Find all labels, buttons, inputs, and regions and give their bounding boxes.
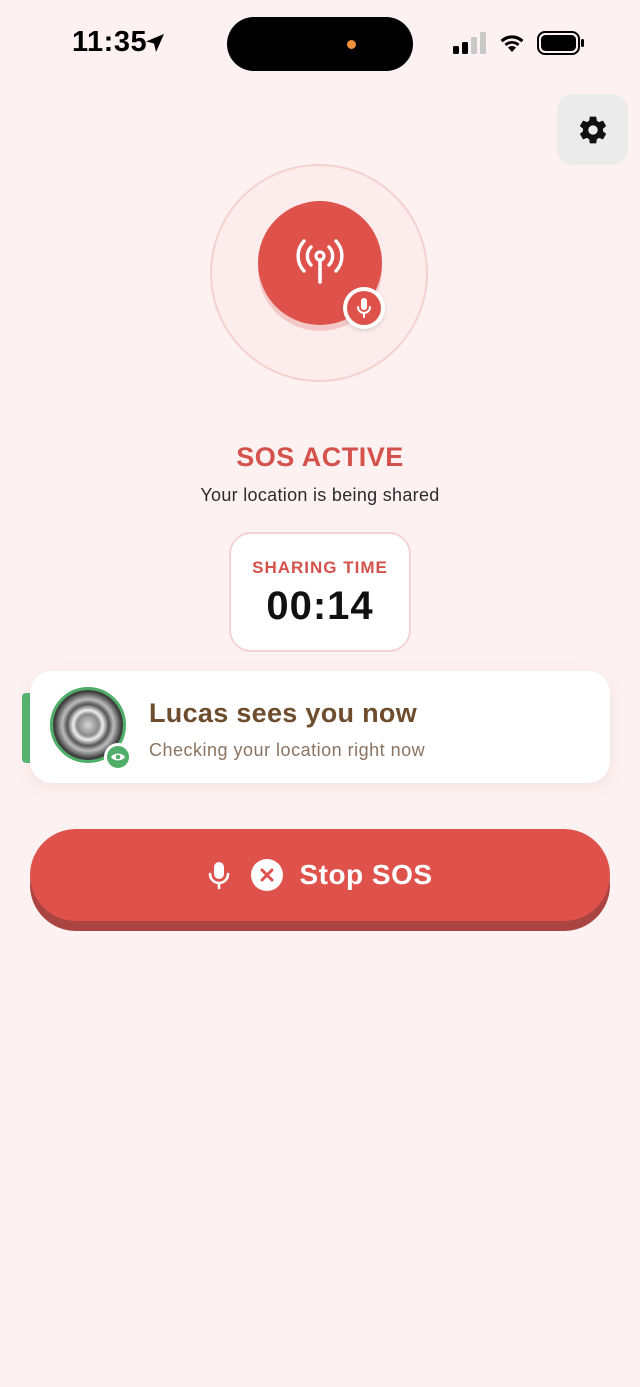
wifi-icon [500, 35, 524, 52]
location-arrow-icon [146, 34, 164, 52]
battery-icon [537, 31, 584, 55]
sharing-time-card: SHARING TIME 00:14 [229, 532, 411, 652]
sos-status-title: SOS ACTIVE [236, 442, 404, 472]
microphone-icon [209, 862, 230, 890]
broadcast-icon [296, 239, 344, 284]
stop-sos-button[interactable]: Stop SOS [30, 829, 610, 921]
microphone-badge [343, 287, 385, 329]
sos-screen: 11:35 SOS ACTIVE Your location is being … [0, 0, 640, 1387]
viewer-card[interactable]: Lucas sees you now Checking your locatio… [30, 671, 610, 783]
viewing-badge [104, 743, 132, 771]
viewer-subtitle: Checking your location right now [149, 740, 426, 760]
status-time: 11:35 [72, 26, 148, 58]
sos-status-subtitle: Your location is being shared [200, 485, 440, 505]
cellular-signal-icon [453, 32, 486, 54]
close-circle-icon [251, 859, 284, 891]
viewer-title: Lucas sees you now [149, 698, 417, 728]
sharing-time-value: 00:14 [266, 584, 374, 628]
stop-sos-label: Stop SOS [299, 859, 433, 890]
gear-icon [579, 116, 606, 143]
privacy-indicator-dot [347, 40, 356, 49]
microphone-icon [357, 298, 371, 318]
eye-icon [111, 753, 125, 761]
dynamic-island [227, 17, 413, 71]
settings-button[interactable] [557, 94, 628, 165]
sharing-time-label: SHARING TIME [252, 558, 388, 577]
